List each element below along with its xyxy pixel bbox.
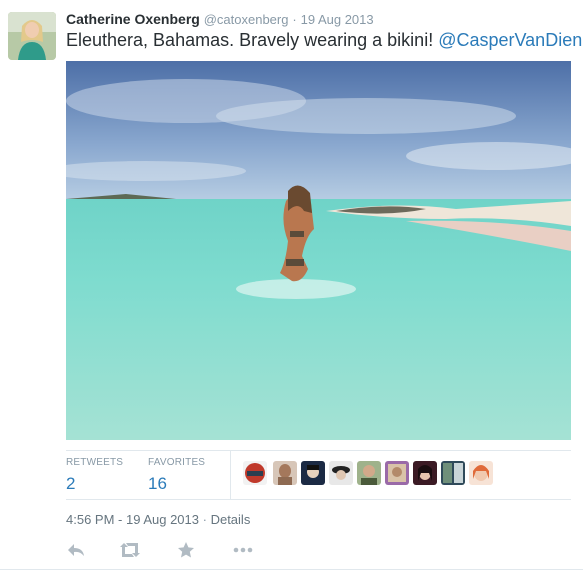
favorites-stat[interactable]: FAVORITES 16 — [148, 457, 205, 494]
favoriter-avatar[interactable] — [357, 461, 381, 485]
favorites-count[interactable]: 16 — [148, 474, 205, 494]
favorite-icon — [178, 542, 194, 558]
favoriter-avatar[interactable] — [301, 461, 325, 485]
mention-link[interactable]: @CasperVanDien — [438, 30, 582, 50]
retweets-count[interactable]: 2 — [66, 474, 123, 494]
more-icon — [233, 547, 253, 553]
favoriter-avatar[interactable] — [273, 461, 297, 485]
retweets-stat[interactable]: RETWEETS 2 — [66, 457, 123, 494]
retweet-button[interactable] — [118, 540, 142, 560]
more-button[interactable] — [232, 540, 254, 560]
retweet-icon — [120, 543, 140, 557]
author-fullname[interactable]: Catherine Oxenberg — [66, 11, 200, 27]
favoriter-avatar[interactable] — [385, 461, 409, 485]
header-separator: · — [292, 12, 297, 27]
tweet-photo[interactable] — [66, 61, 571, 440]
favoriter-avatar[interactable] — [329, 461, 353, 485]
author-avatar[interactable] — [8, 12, 56, 60]
tweet-body: Eleuthera, Bahamas. Bravely wearing a bi… — [66, 30, 439, 50]
favoriter-avatar[interactable] — [413, 461, 437, 485]
tweet-timestamp: 4:56 PM - 19 Aug 2013 — [66, 512, 199, 527]
retweets-label: RETWEETS — [66, 457, 124, 468]
reply-icon — [68, 544, 84, 556]
meta-separator: · — [202, 512, 207, 527]
favorites-label: FAVORITES — [148, 457, 206, 468]
tweet-meta: 4:56 PM - 19 Aug 2013 · Details — [66, 512, 250, 527]
tweet-bottom-border — [0, 569, 583, 570]
tweet-date[interactable]: 19 Aug 2013 — [301, 12, 374, 27]
favorite-button[interactable] — [176, 540, 196, 560]
tweet-text: Eleuthera, Bahamas. Bravely wearing a bi… — [66, 30, 582, 51]
stats-divider — [230, 451, 231, 499]
favoriter-avatar[interactable] — [441, 461, 465, 485]
tweet-stats: RETWEETS 2 FAVORITES 16 — [66, 450, 571, 500]
reply-button[interactable] — [66, 540, 86, 560]
author-screenname[interactable]: @catoxenberg — [204, 12, 289, 27]
details-link[interactable]: Details — [211, 512, 251, 527]
favoriter-avatar[interactable] — [469, 461, 493, 485]
tweet-header: Catherine Oxenberg @catoxenberg · 19 Aug… — [66, 11, 374, 27]
favoriter-avatar[interactable] — [243, 461, 267, 485]
